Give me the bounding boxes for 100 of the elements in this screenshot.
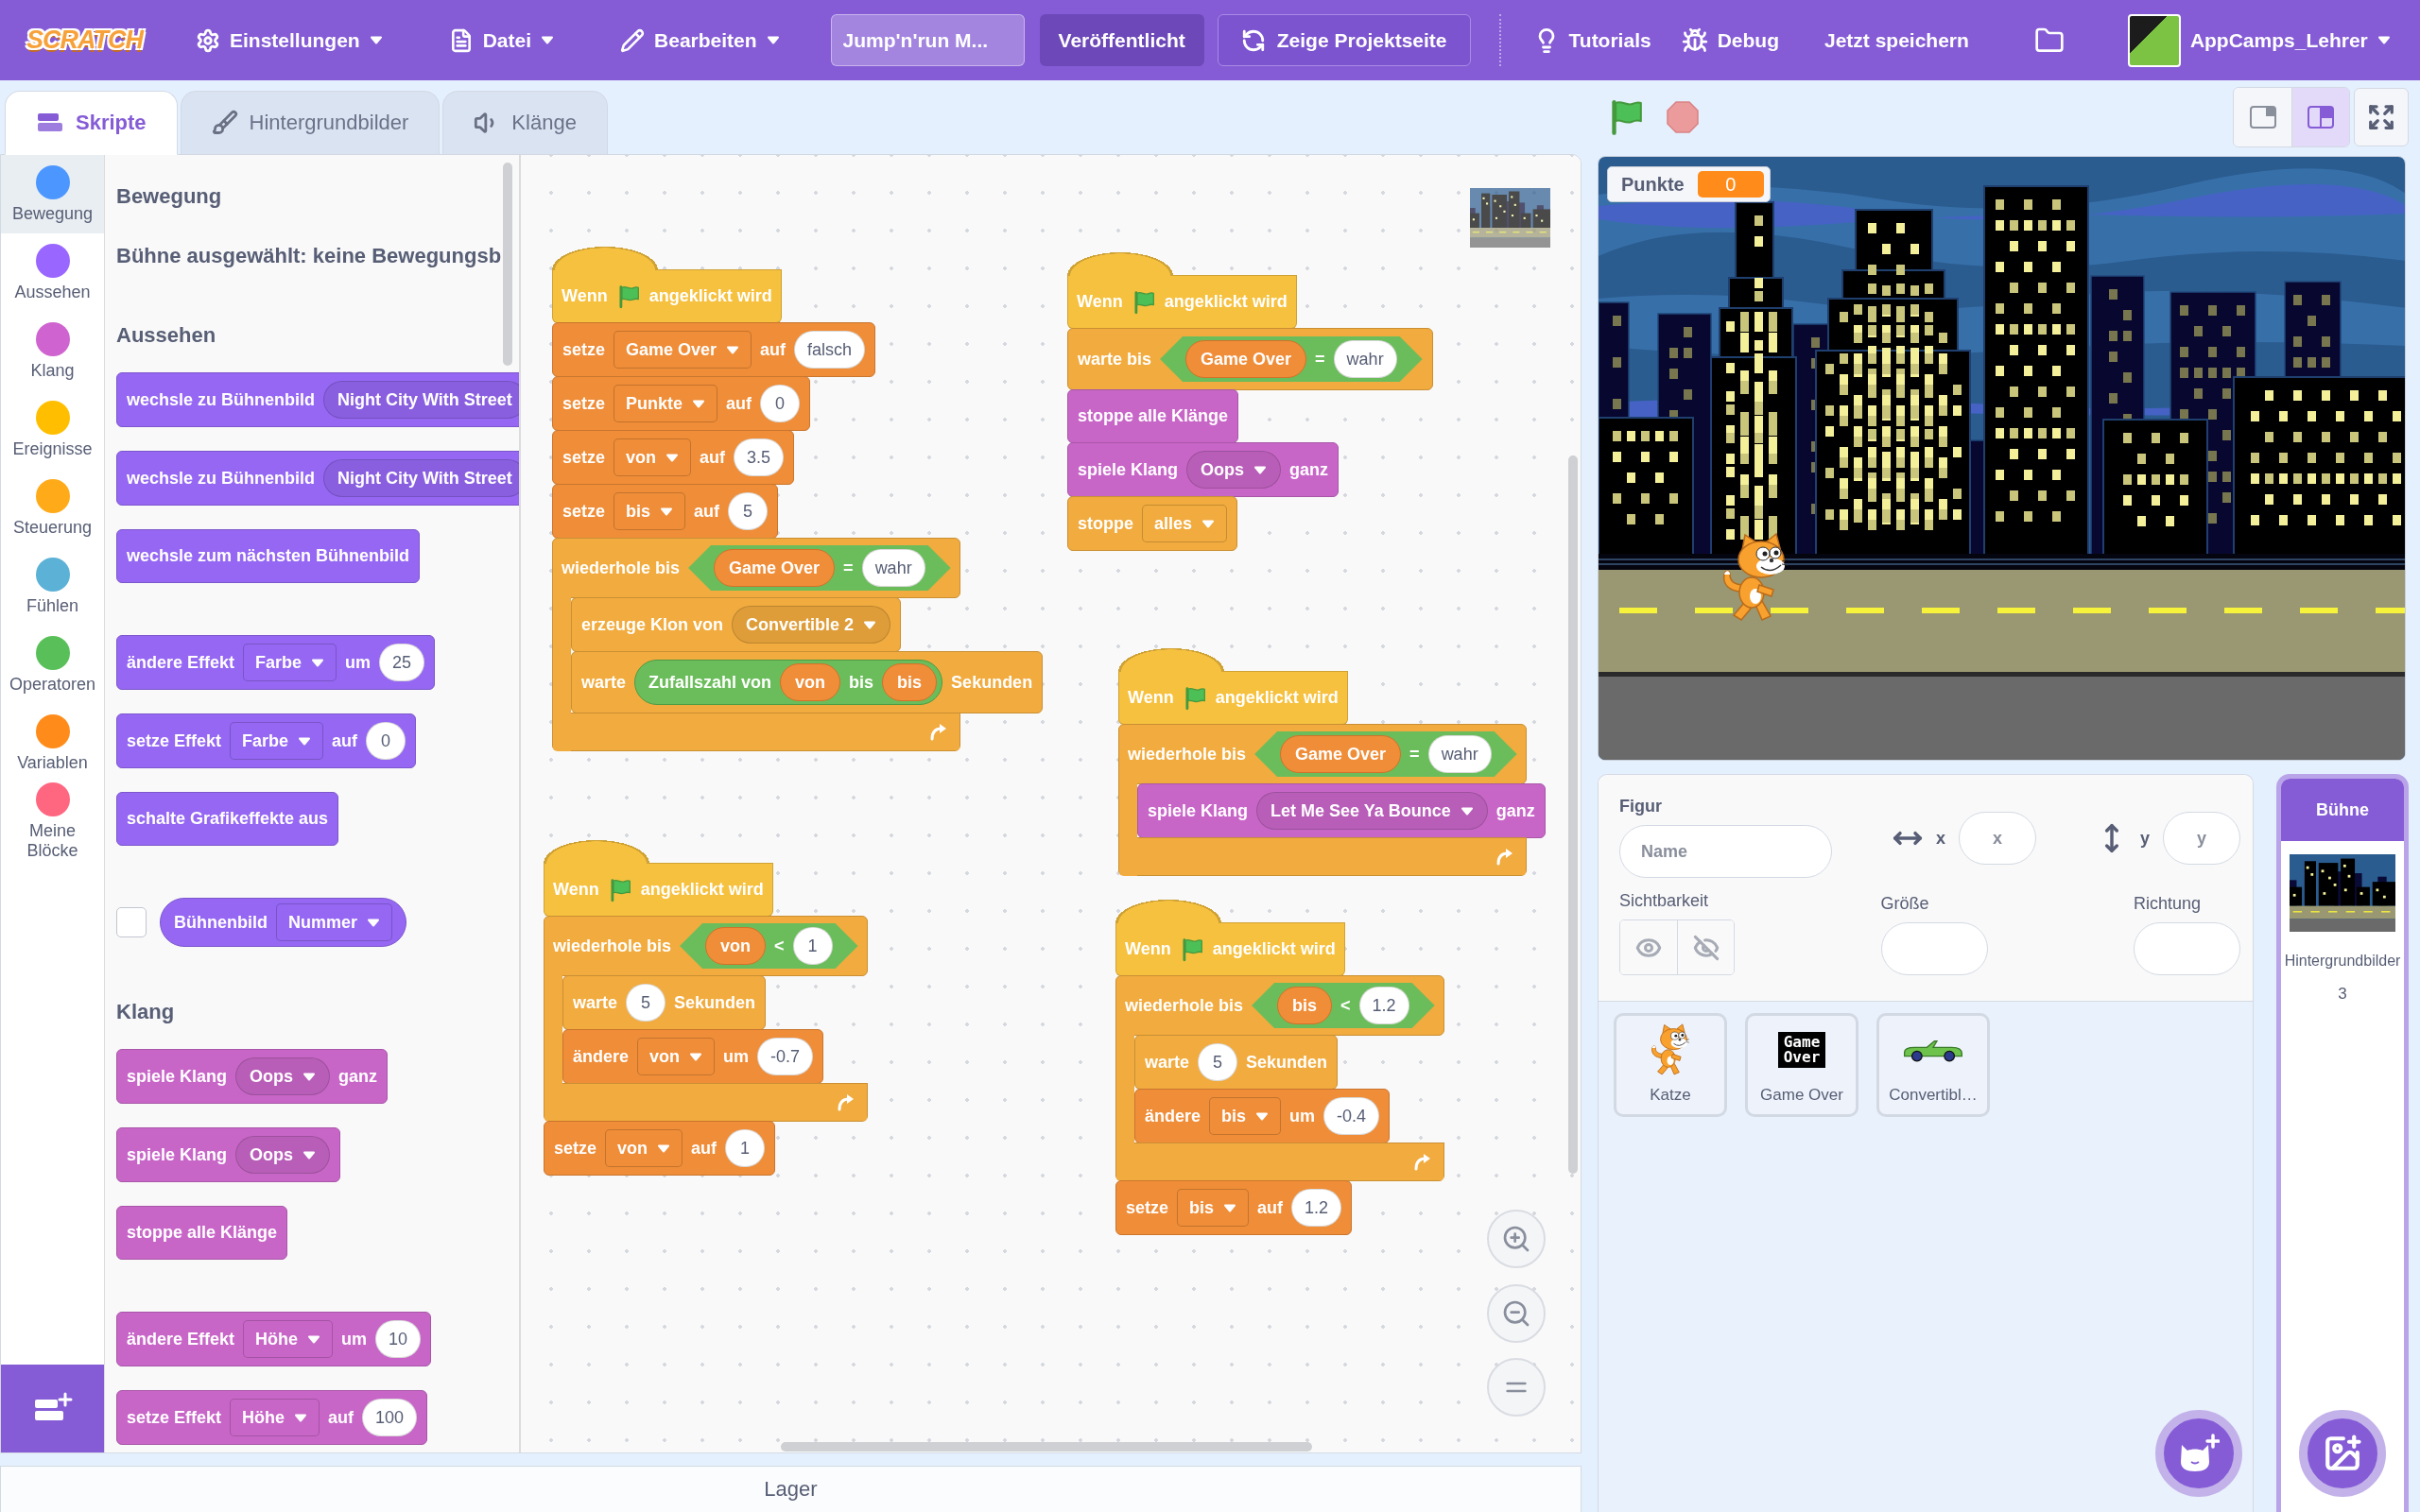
category-item[interactable]: Fühlen bbox=[1, 547, 104, 626]
code-block[interactable]: wechsle zu Bühnenbild Night City With Street bbox=[116, 372, 519, 427]
dropdown-menu[interactable]: Night City With Street bbox=[323, 459, 519, 497]
variable-reporter[interactable]: bis bbox=[1277, 987, 1333, 1024]
code-block[interactable]: setze bis auf 5 bbox=[552, 484, 779, 539]
code-block[interactable]: wechsle zum nächsten Bühnenbild bbox=[116, 529, 421, 583]
sprite-tile[interactable]: Convertibl… bbox=[1876, 1013, 1990, 1117]
value-input[interactable]: 1 bbox=[792, 927, 833, 965]
variable-reporter[interactable]: Game Over bbox=[1185, 340, 1307, 378]
dropdown-field[interactable]: Farbe bbox=[243, 644, 337, 681]
account-menu[interactable]: AppCamps_Lehrer bbox=[2114, 0, 2404, 80]
debug-button[interactable]: Debug bbox=[1668, 0, 1792, 80]
project-page-button[interactable]: Zeige Projektseite bbox=[1217, 14, 1471, 66]
scrollbar[interactable] bbox=[1568, 455, 1578, 1174]
dropdown-menu[interactable]: Oops bbox=[235, 1136, 331, 1174]
dropdown-field[interactable]: bis bbox=[614, 492, 686, 530]
hide-button[interactable] bbox=[1677, 920, 1734, 974]
dropdown-field[interactable]: Punkte bbox=[614, 385, 718, 422]
sprite-tile[interactable]: Katze bbox=[1614, 1013, 1727, 1117]
stop-icon[interactable] bbox=[1666, 100, 1700, 134]
checkbox[interactable] bbox=[116, 907, 147, 937]
editor-tab[interactable]: Hintergrundbilder bbox=[180, 91, 441, 155]
value-input[interactable]: 1.2 bbox=[1291, 1189, 1342, 1227]
category-item[interactable]: Ereignisse bbox=[1, 390, 104, 469]
code-block[interactable]: spiele Klang Oops bbox=[116, 1127, 341, 1182]
backpack-bar[interactable]: Lager bbox=[0, 1466, 1582, 1512]
code-block[interactable]: setze Game Over auf falsch bbox=[552, 322, 876, 377]
code-block[interactable]: ändere Effekt Farbe um 25 bbox=[116, 635, 436, 690]
value-input[interactable]: wahr bbox=[861, 549, 925, 587]
edit-menu[interactable]: Bearbeiten bbox=[599, 0, 801, 80]
code-block[interactable]: setze Punkte auf 0 bbox=[552, 376, 811, 431]
code-block[interactable]: wechsle zu Bühnenbild Night City With Street bbox=[116, 451, 519, 506]
share-button[interactable]: Veröffentlicht bbox=[1039, 14, 1204, 66]
value-input[interactable]: 0 bbox=[366, 722, 406, 760]
file-menu[interactable]: Datei bbox=[427, 0, 576, 80]
variable-reporter[interactable]: Game Over bbox=[1280, 735, 1402, 773]
dropdown-field[interactable]: Höhe bbox=[243, 1320, 334, 1358]
variable-reporter[interactable]: von bbox=[705, 927, 767, 965]
category-item[interactable]: Steuerung bbox=[1, 469, 104, 547]
code-block[interactable]: setze von auf 3.5 bbox=[552, 430, 795, 485]
boolean-condition[interactable]: Game Over = wahr bbox=[688, 545, 951, 591]
loop-block[interactable]: wiederhole bis bis < 1.2 warte 5 Sekunden ändere bis um -0.4 bbox=[1115, 975, 1444, 1181]
value-input[interactable]: wahr bbox=[1427, 735, 1492, 773]
value-input[interactable]: 100 bbox=[362, 1399, 418, 1436]
name-field[interactable]: Name bbox=[1619, 825, 1832, 878]
extension-button[interactable] bbox=[1, 1365, 104, 1452]
value-input[interactable]: 5 bbox=[728, 492, 769, 530]
fullscreen-button[interactable] bbox=[2354, 88, 2409, 146]
boolean-condition[interactable]: bis < 1.2 bbox=[1252, 983, 1435, 1028]
category-item[interactable]: Meine Blöcke bbox=[1, 782, 104, 861]
editor-tab[interactable]: Klänge bbox=[442, 91, 608, 155]
loop-block[interactable]: wiederhole bis Game Over = wahr erzeuge Klon von Convertible 2 warte Zufallszahl von von bis bis Sekunden bbox=[552, 538, 1044, 751]
category-item[interactable]: Aussehen bbox=[1, 233, 104, 312]
dropdown-field[interactable]: von bbox=[614, 438, 692, 476]
value-input[interactable]: 10 bbox=[375, 1320, 422, 1358]
dropdown-menu[interactable]: Oops bbox=[1186, 451, 1282, 489]
sprite-tile[interactable]: Game Over Game Over bbox=[1745, 1013, 1858, 1117]
tutorials-button[interactable]: Tutorials bbox=[1519, 0, 1665, 80]
reporter-block[interactable]: Bühnenbild Nummer bbox=[160, 898, 406, 947]
code-block[interactable]: schalte Grafikeffekte aus bbox=[116, 792, 339, 846]
code-block[interactable]: setze von auf 1 bbox=[544, 1121, 776, 1176]
cat-drawing[interactable] bbox=[1722, 532, 1789, 621]
value-input[interactable]: falsch bbox=[794, 331, 866, 369]
scrollbar[interactable] bbox=[503, 163, 512, 366]
dropdown-field[interactable]: von bbox=[605, 1129, 683, 1167]
x-field[interactable]: x bbox=[1959, 812, 2036, 865]
dropdown-field[interactable]: bis bbox=[1177, 1189, 1250, 1227]
y-field[interactable]: y bbox=[2163, 812, 2240, 865]
code-block[interactable]: spiele Klang Oops ganz bbox=[1067, 442, 1340, 497]
value-input[interactable]: 1.2 bbox=[1358, 987, 1409, 1024]
value-input[interactable]: wahr bbox=[1333, 340, 1397, 378]
value-input[interactable]: 25 bbox=[379, 644, 425, 681]
category-item[interactable]: Operatoren bbox=[1, 626, 104, 704]
category-item[interactable]: Klang bbox=[1, 312, 104, 390]
value-input[interactable]: 1 bbox=[725, 1129, 766, 1167]
dropdown-menu[interactable]: Night City With Street bbox=[323, 381, 519, 419]
stage-target-pane[interactable]: Bühne Hintergrundbilder 3 bbox=[2276, 774, 2409, 1512]
dropdown-field[interactable]: Höhe bbox=[230, 1399, 320, 1436]
code-block[interactable]: setze Effekt Höhe auf 100 bbox=[116, 1390, 428, 1445]
category-item[interactable]: Variablen bbox=[1, 704, 104, 782]
value-input[interactable]: 0 bbox=[760, 385, 801, 422]
dropdown-field[interactable]: Farbe bbox=[230, 722, 324, 760]
size-field[interactable] bbox=[1880, 922, 1988, 975]
code-block[interactable]: setze bis auf 1.2 bbox=[1115, 1180, 1353, 1235]
code-block[interactable]: setze Effekt Farbe auf 0 bbox=[116, 713, 417, 768]
variable-reporter[interactable]: Game Over bbox=[714, 549, 836, 587]
direction-field[interactable] bbox=[2134, 922, 2240, 975]
value-input[interactable]: 3.5 bbox=[734, 438, 785, 476]
dropdown-field[interactable]: Game Over bbox=[614, 331, 752, 369]
code-block[interactable]: spiele Klang Oops ganz bbox=[116, 1049, 389, 1104]
save-button[interactable]: Jetzt speichern bbox=[1811, 0, 1982, 80]
project-title-field[interactable]: Jump'n'run M... bbox=[830, 14, 1025, 66]
code-block[interactable]: stoppe alle Klänge bbox=[116, 1206, 288, 1260]
dropdown-field[interactable]: Nummer bbox=[276, 903, 392, 941]
category-item[interactable]: Bewegung bbox=[1, 155, 104, 233]
editor-tab[interactable]: Skripte bbox=[5, 91, 178, 155]
code-block[interactable]: ändere Effekt Höhe um 10 bbox=[116, 1312, 432, 1366]
loop-block[interactable]: wiederhole bis von < 1 warte 5 Sekunden ändere von um -0.7 bbox=[544, 916, 868, 1122]
boolean-condition[interactable]: von < 1 bbox=[680, 923, 858, 969]
boolean-condition[interactable]: Game Over = wahr bbox=[1254, 731, 1517, 777]
